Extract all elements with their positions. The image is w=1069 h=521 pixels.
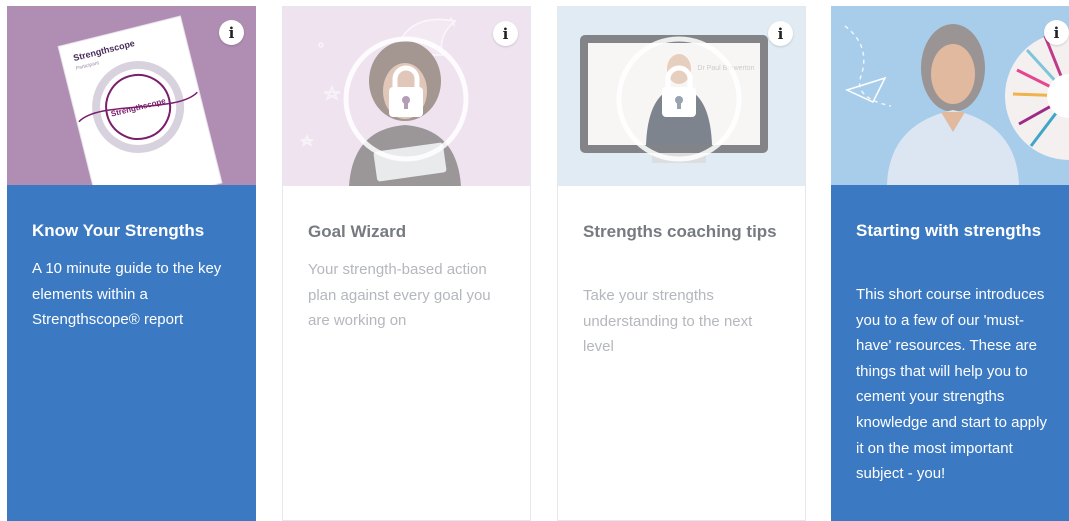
course-card-know-your-strengths[interactable]: Strengthscope Participant Strengthscope … xyxy=(7,6,256,521)
card-title[interactable]: Know Your Strengths xyxy=(32,218,238,244)
info-button[interactable]: i xyxy=(1044,20,1069,45)
card-title[interactable]: Goal Wizard xyxy=(308,219,512,245)
info-icon: i xyxy=(228,23,235,42)
info-button[interactable]: i xyxy=(219,20,244,45)
card-title[interactable]: Strengths coaching tips xyxy=(583,219,787,245)
info-icon: i xyxy=(1053,23,1060,42)
woman-with-chart-image xyxy=(844,24,1069,185)
info-button[interactable]: i xyxy=(768,21,793,46)
card-description: This short course introduces you to a fe… xyxy=(856,286,1047,483)
course-card-starting-with-strengths[interactable]: i Starting with strengths This short cou… xyxy=(831,6,1069,521)
card-description: A 10 minute guide to the key elements wi… xyxy=(32,260,222,329)
card-title[interactable]: Starting with strengths xyxy=(856,218,1051,244)
card-thumbnail: Dr Paul Brewerton i xyxy=(558,7,805,186)
card-thumbnail: Strengthscope Participant Strengthscope … xyxy=(7,6,256,185)
course-card-goal-wizard[interactable]: i Goal Wizard Your strength-based action… xyxy=(282,6,531,521)
card-thumbnail: i xyxy=(283,7,530,186)
info-icon: i xyxy=(502,24,509,43)
info-button[interactable]: i xyxy=(493,21,518,46)
card-description: Your strength-based action plan against … xyxy=(308,261,491,330)
card-description: Take your strengths understanding to the… xyxy=(583,287,753,356)
info-icon: i xyxy=(777,24,784,43)
course-card-strengths-coaching-tips[interactable]: Dr Paul Brewerton i Strengths coaching t… xyxy=(557,6,806,521)
card-thumbnail: i xyxy=(831,6,1069,185)
